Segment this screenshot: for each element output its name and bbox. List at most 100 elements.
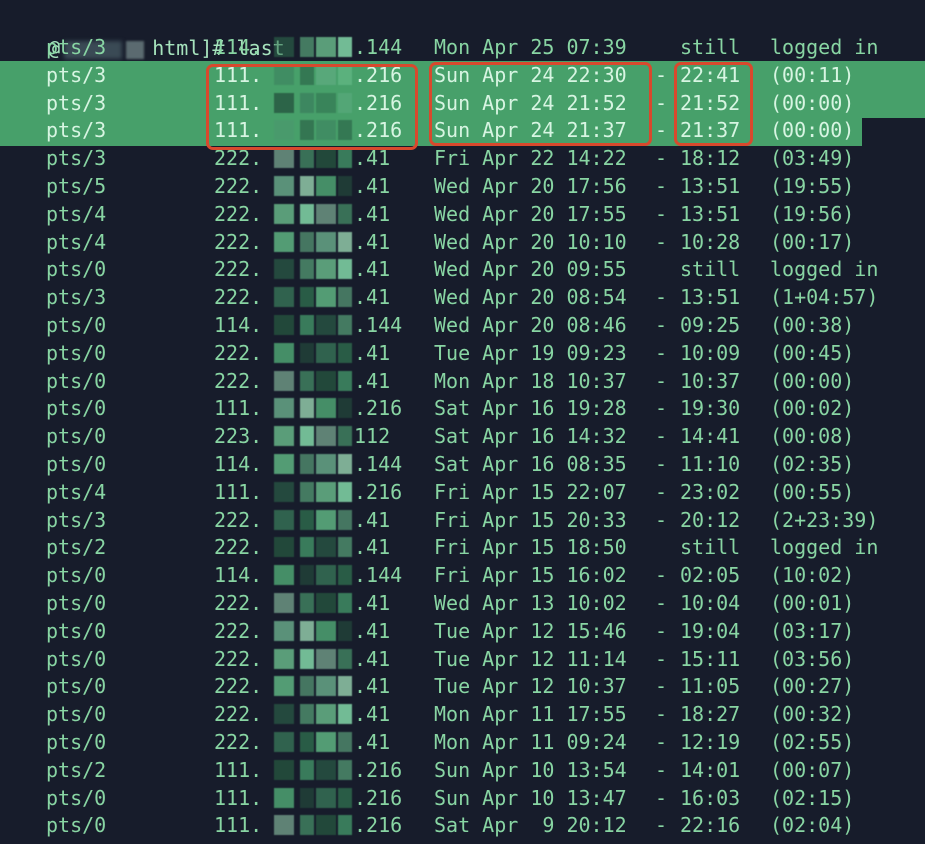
ip-head-cell: 223.: [214, 424, 263, 449]
tty-cell: pts/2: [46, 757, 107, 782]
separator-cell: [655, 33, 667, 61]
duration-cell: (00:45): [770, 340, 855, 365]
redacted-ip-mask: [266, 506, 354, 534]
duration-cell: (00:07): [770, 757, 855, 782]
ip-head-cell: 222.: [214, 368, 263, 393]
login-time-cell: Wed Apr 20 10:10: [434, 229, 627, 254]
redacted-ip-mask: [266, 617, 354, 645]
duration-cell: (00:00): [770, 368, 855, 393]
tty-cell: pts/0: [46, 563, 107, 588]
ip-tail-cell: 112: [354, 424, 391, 449]
ip-head-cell: 222.: [214, 340, 263, 365]
tty-cell: pts/4: [46, 479, 107, 504]
ip-tail-cell: .144: [354, 313, 403, 337]
ip-head-cell: 222.: [214, 591, 263, 615]
duration-cell: (10:02): [770, 563, 855, 588]
logout-time-cell: 19:30: [680, 396, 741, 421]
login-time-cell: Sat Apr 16 19:28: [434, 396, 627, 421]
separator-cell: -: [655, 591, 668, 615]
tty-cell: pts/0: [46, 313, 107, 337]
login-time-cell: Mon Apr 25 07:39: [434, 35, 627, 59]
ip-tail-cell: .41: [354, 257, 391, 282]
tty-cell: pts/0: [46, 674, 107, 699]
duration-cell: (00:55): [770, 479, 855, 504]
logout-time-cell: still: [680, 35, 741, 59]
separator-cell: -: [655, 646, 668, 671]
separator-cell: -: [655, 674, 668, 699]
tty-cell: pts/4: [46, 229, 107, 254]
duration-cell: (03:49): [770, 146, 855, 171]
tty-cell: pts/3: [46, 62, 107, 87]
logout-time-cell: 12:19: [680, 730, 741, 754]
logout-time-cell: 15:11: [680, 646, 741, 671]
redacted-ip-mask: [266, 672, 354, 700]
separator-cell: -: [655, 396, 668, 421]
tty-cell: pts/3: [46, 118, 107, 143]
login-time-cell: Sun Apr 10 13:47: [434, 785, 627, 810]
login-time-cell: Fri Apr 15 18:50: [434, 535, 627, 560]
ip-head-cell: 111.: [214, 757, 263, 782]
redacted-ip-mask: [266, 478, 354, 506]
login-time-cell: Tue Apr 19 09:23: [434, 340, 627, 365]
ip-head-cell: 222.: [214, 730, 263, 754]
duration-cell: logged in: [770, 257, 879, 282]
separator-cell: -: [655, 702, 668, 727]
redacted-ip-mask: [266, 645, 354, 673]
duration-cell: (02:04): [770, 813, 855, 838]
separator-cell: -: [655, 813, 668, 838]
tty-cell: pts/4: [46, 201, 107, 226]
login-time-cell: Wed Apr 20 08:54: [434, 285, 627, 310]
tty-cell: pts/0: [46, 591, 107, 615]
logout-time-cell: 18:27: [680, 702, 741, 727]
redacted-ip-mask: [266, 172, 354, 200]
redacted-ip-mask: [266, 811, 354, 839]
separator-cell: -: [655, 229, 668, 254]
logout-time-cell: 11:10: [680, 452, 741, 476]
logout-time-cell: 10:37: [680, 368, 741, 393]
logout-time-cell: 19:04: [680, 618, 741, 643]
logout-time-cell: 02:05: [680, 563, 741, 588]
redacted-ip-mask: [266, 311, 354, 339]
ip-tail-cell: .41: [354, 201, 391, 226]
duration-cell: (00:38): [770, 313, 855, 337]
login-time-cell: Fri Apr 15 16:02: [434, 563, 627, 588]
separator-cell: [655, 533, 667, 561]
logout-time-cell: 10:09: [680, 340, 741, 365]
redacted-ip-mask: [266, 255, 354, 283]
duration-cell: (00:17): [770, 229, 855, 254]
separator-cell: -: [655, 146, 668, 171]
redacted-ip-mask: [266, 700, 354, 728]
ip-tail-cell: .216: [354, 396, 403, 421]
tty-cell: pts/0: [46, 424, 107, 449]
separator-cell: -: [655, 174, 668, 198]
redacted-ip-mask: [266, 33, 354, 61]
login-time-cell: Tue Apr 12 10:37: [434, 674, 627, 699]
duration-cell: (00:01): [770, 591, 855, 615]
tty-cell: pts/0: [46, 618, 107, 643]
terminal-window[interactable]: @ html]# last pts/3 114. .144 Mon Apr 25 07:…: [0, 0, 925, 844]
logout-time-cell: still: [680, 257, 741, 282]
duration-cell: (00:00): [770, 90, 855, 115]
ip-tail-cell: .41: [354, 591, 391, 615]
duration-cell: (00:11): [770, 62, 855, 87]
ip-head-cell: 222.: [214, 535, 263, 560]
duration-cell: (19:55): [770, 174, 855, 198]
ip-tail-cell: .41: [354, 285, 391, 310]
logout-time-cell: 13:51: [680, 201, 741, 226]
redacted-ip-mask: [266, 422, 354, 450]
tty-cell: pts/5: [46, 174, 107, 198]
scrolled-line-fragment: [0, 0, 925, 2]
login-time-cell: Sat Apr 9 20:12: [434, 813, 627, 838]
duration-cell: (19:56): [770, 201, 855, 226]
separator-cell: -: [655, 368, 668, 393]
redacted-ip-mask: [266, 589, 354, 617]
logout-time-cell: 10:04: [680, 591, 741, 615]
duration-cell: (1+04:57): [770, 285, 879, 310]
tty-cell: pts/0: [46, 452, 107, 476]
login-time-cell: Sat Apr 16 14:32: [434, 424, 627, 449]
duration-cell: (00:00): [770, 118, 855, 143]
redacted-ip-mask: [266, 728, 354, 756]
tty-cell: pts/3: [46, 90, 107, 115]
tty-cell: pts/2: [46, 535, 107, 560]
duration-cell: (03:56): [770, 646, 855, 671]
